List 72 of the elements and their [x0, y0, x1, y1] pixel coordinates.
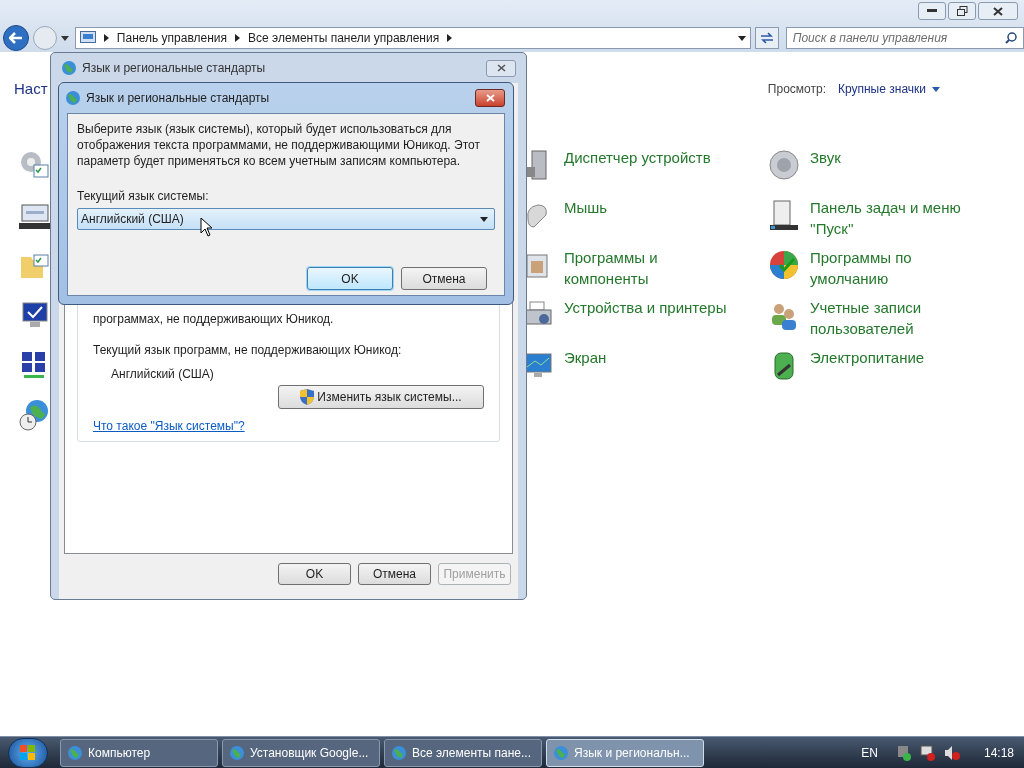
control-panel-icon — [79, 31, 96, 45]
dropdown-arrow-icon[interactable] — [737, 35, 746, 41]
control-panel-link[interactable]: Звук — [810, 146, 841, 168]
globe-icon — [65, 90, 81, 106]
minimize-button[interactable] — [918, 2, 946, 20]
description-text: программах, не поддерживающих Юникод. — [93, 311, 335, 327]
breadcrumb-item[interactable]: Панель управления — [116, 29, 228, 47]
search-field[interactable]: Поиск в панели управления — [785, 27, 1024, 49]
dropdown-arrow-icon — [480, 216, 488, 222]
shield-icon — [300, 389, 315, 405]
refresh-icon — [759, 32, 774, 44]
globe-clock-icon — [18, 398, 50, 431]
control-panel-link[interactable]: Программы по умолчанию — [810, 246, 912, 289]
speaker-muted-icon[interactable] — [943, 744, 960, 761]
control-panel-link[interactable]: Учетные записи пользователей — [810, 296, 922, 339]
back-arrow-icon — [8, 32, 23, 44]
control-panel-link[interactable]: Электропитание — [810, 346, 925, 368]
caret-icon — [932, 86, 940, 92]
dialog-button[interactable]: Отмена — [358, 563, 431, 585]
taskbar-button[interactable]: Язык и региональн... — [546, 738, 704, 767]
chevron-right-icon[interactable] — [447, 34, 453, 42]
control-panel-link[interactable]: Мышь — [564, 196, 608, 218]
select-label: Текущий язык системы: — [77, 188, 210, 205]
search-input[interactable]: Поиск в панели управления — [792, 29, 1005, 47]
restore-icon — [956, 6, 968, 16]
view-label: Просмотр: — [767, 81, 826, 99]
chevron-right-icon[interactable] — [235, 34, 241, 42]
language-indicator[interactable]: EN — [861, 743, 878, 762]
globe-icon — [61, 60, 77, 76]
windows-logo-icon — [20, 744, 36, 761]
close-icon — [485, 94, 495, 102]
close-button[interactable] — [978, 2, 1018, 20]
taskbar-button[interactable]: Установщик Google... — [222, 738, 380, 767]
description-text: Выберите язык (язык системы), который будет использоваться для отображения текста программами, не поддерживающими Юникод. Этот параметр будет применяться ко всем учетным записям компьютера. — [77, 121, 481, 169]
caret-icon[interactable] — [60, 35, 69, 41]
breadcrumb-item[interactable]: Все элементы панели управления — [248, 29, 440, 47]
back-button[interactable] — [3, 25, 29, 51]
help-link[interactable]: Что такое "Язык системы"? — [93, 417, 484, 435]
change-system-locale-button[interactable]: Изменить язык системы... — [278, 385, 484, 409]
checkmark-circle-icon — [768, 248, 800, 281]
mouse-pointer-icon — [200, 217, 214, 237]
close-button[interactable] — [486, 59, 516, 77]
close-icon — [496, 64, 506, 72]
minimize-icon — [927, 9, 937, 13]
close-button[interactable] — [475, 89, 505, 107]
taskbar-button[interactable]: Все элементы пане... — [384, 738, 542, 767]
speaker-icon — [768, 148, 800, 181]
control-panel-link[interactable]: Диспетчер устройств — [564, 146, 711, 168]
clock[interactable]: 14:18 — [983, 743, 1014, 762]
close-icon — [993, 6, 1003, 16]
control-panel-link[interactable]: Панель задач и меню ''Пуск'' — [810, 196, 961, 239]
current-language-label: Текущий язык программ, не поддерживающих Юникод: — [93, 342, 403, 359]
restore-button[interactable] — [948, 2, 976, 20]
control-panel-link[interactable]: Устройства и принтеры — [564, 296, 727, 318]
search-icon — [1005, 32, 1017, 44]
refresh-button[interactable] — [754, 27, 779, 49]
start-button[interactable] — [8, 737, 48, 768]
dialog-button[interactable]: OK — [307, 267, 393, 290]
dialog-title: Язык и региональные стандарты — [86, 90, 271, 107]
view-dropdown[interactable]: Крупные значки — [837, 80, 940, 99]
current-language-value: Английский (США) — [111, 366, 215, 383]
dialog-button[interactable]: OK — [278, 563, 351, 585]
dialog-title: Язык и региональные стандарты — [82, 60, 267, 77]
control-panel-link[interactable]: Экран — [564, 346, 607, 368]
dialog-button[interactable]: Отмена — [401, 267, 487, 290]
system-locale-select[interactable]: Английский (США) — [77, 208, 495, 230]
page-heading: Наст — [14, 79, 48, 99]
chevron-right-icon[interactable] — [103, 34, 109, 42]
taskbar-icon — [768, 198, 800, 231]
taskbar-button[interactable]: Компьютер — [60, 738, 218, 767]
control-panel-link[interactable]: Программы и компоненты — [564, 246, 658, 289]
address-field[interactable]: Панель управления Все элементы панели управления — [74, 27, 751, 49]
